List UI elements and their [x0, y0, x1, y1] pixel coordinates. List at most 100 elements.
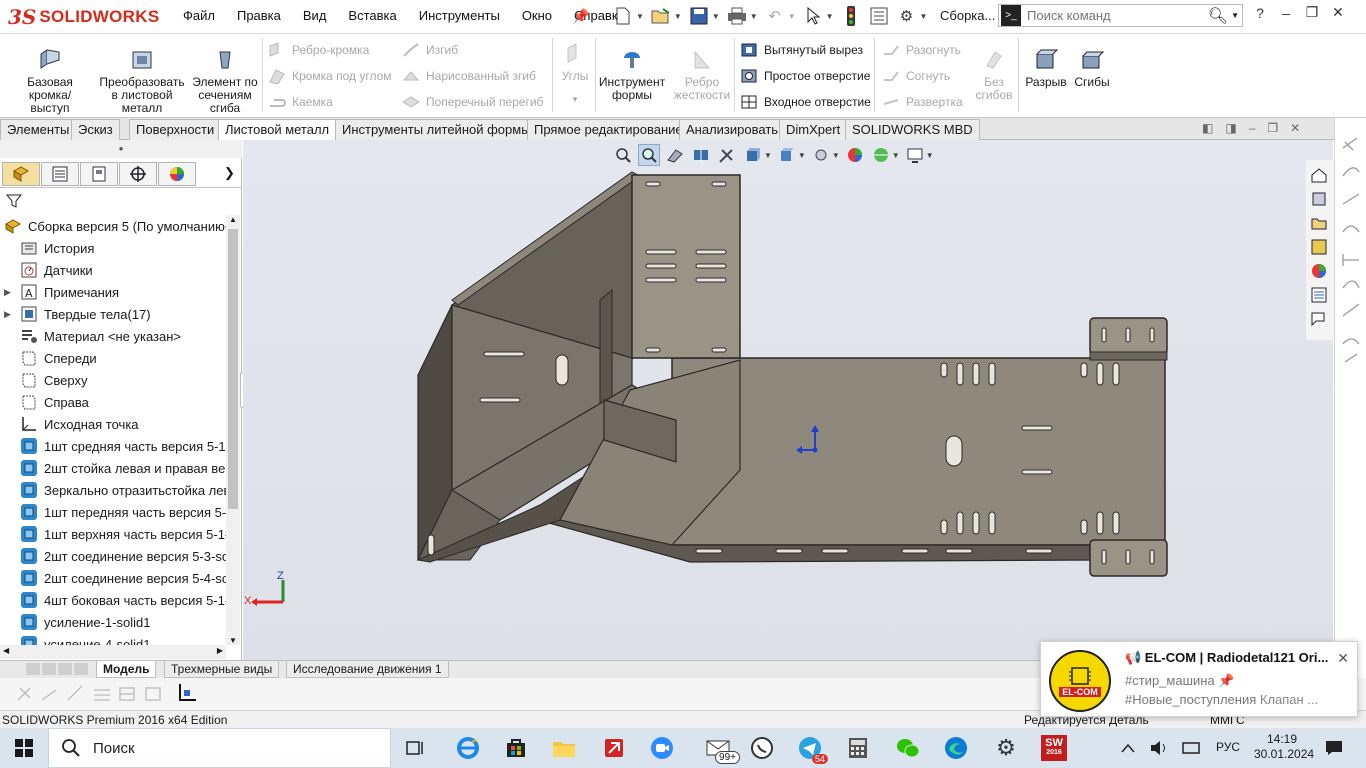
task-view-icon[interactable] [402, 734, 430, 762]
display-manager-tab[interactable] [158, 162, 196, 186]
tab-sketch[interactable]: Эскиз [71, 119, 120, 140]
tab-motion-study[interactable]: Исследование движения 1 [286, 661, 449, 678]
tree-item[interactable]: Датчики [0, 259, 93, 281]
tree-item[interactable]: 2шт соединение версия 5-4-solic [0, 567, 226, 589]
view-settings-icon[interactable] [904, 144, 926, 166]
search-icon[interactable]: 🔍︎ [1208, 6, 1228, 26]
tree-item[interactable]: Сверху [0, 369, 87, 391]
tab-surfaces[interactable]: Поверхности [129, 119, 222, 140]
tile-right-icon[interactable]: ◨ [1225, 121, 1236, 135]
configuration-manager-tab[interactable] [80, 162, 118, 186]
solidworks-resources-home-icon[interactable] [1308, 164, 1330, 186]
insert-bends-button[interactable]: Сгибы [1070, 48, 1114, 89]
input-language[interactable]: РУС [1216, 740, 1240, 754]
minimize-icon[interactable]: – [1278, 5, 1294, 21]
file-explorer-icon[interactable] [1308, 212, 1330, 234]
sketched-bend-button[interactable]: Нарисованный згиб [402, 66, 536, 86]
tree-item[interactable]: Исходная точка [0, 413, 139, 435]
clock[interactable]: 14:19 30.01.2024 [1254, 732, 1314, 762]
scroll-down-icon[interactable]: ▼ [229, 636, 237, 645]
cross-break-button[interactable]: Поперечный перегиб [402, 92, 543, 112]
panel-expand-arrow-icon[interactable]: ❯ [224, 165, 235, 181]
view-orientation-icon[interactable] [742, 144, 764, 166]
mail-icon[interactable]: 99+ [698, 734, 740, 764]
close-icon[interactable]: ✕ [1330, 4, 1346, 21]
convert-to-sheet-metal-button[interactable]: Преобразовать в листовой металл [98, 48, 186, 115]
view-settings-dropdown-icon[interactable]: ▼ [926, 151, 934, 160]
tree-item[interactable]: 4шт боковая часть версия 5-1-sc [0, 589, 226, 611]
zoom-to-fit-icon[interactable] [612, 144, 634, 166]
undo-dropdown-icon[interactable]: ▼ [788, 12, 796, 21]
new-dropdown-icon[interactable]: ▼ [636, 12, 644, 21]
undo-icon[interactable]: ↶ [764, 5, 786, 27]
dynamic-annotation-icon[interactable] [716, 144, 738, 166]
tree-item[interactable]: 2шт соединение версия 5-3-solic [0, 545, 226, 567]
tree-vertical-scrollbar[interactable]: ▲ ▼ [226, 215, 240, 645]
display-style-dropdown-icon[interactable]: ▼ [798, 151, 806, 160]
edit-appearance-icon[interactable] [844, 144, 866, 166]
sketch-tools-icon[interactable] [14, 680, 214, 708]
dimxpert-manager-tab[interactable] [119, 162, 157, 186]
file-properties-icon[interactable] [868, 5, 890, 27]
no-bends-button[interactable]: Без сгибов [974, 48, 1014, 102]
appearances-scenes-icon[interactable] [1308, 260, 1330, 282]
windows-start-icon[interactable] [10, 734, 38, 762]
next-tab-icon[interactable] [58, 663, 72, 675]
tree-horizontal-scrollbar[interactable]: ◀ ▶ [0, 645, 226, 659]
sheet-metal-model-view[interactable] [243, 140, 1333, 660]
select-dropdown-icon[interactable]: ▼ [826, 12, 834, 21]
menu-window[interactable]: Окно [511, 0, 563, 32]
microsoft-store-icon[interactable] [502, 734, 530, 762]
tree-filter[interactable] [0, 190, 242, 214]
custom-properties-icon[interactable] [1308, 284, 1330, 306]
hem-button[interactable]: Каемка [268, 92, 333, 112]
last-tab-icon[interactable] [74, 663, 88, 675]
tree-item[interactable]: Материал <не указан> [0, 325, 181, 347]
open-document-icon[interactable] [650, 5, 672, 27]
tab-model[interactable]: Модель [96, 661, 157, 678]
wechat-icon[interactable] [894, 734, 922, 762]
pin-menu-icon[interactable]: 📌 [572, 8, 589, 25]
display-style-icon[interactable] [776, 144, 798, 166]
scroll-thumb[interactable] [228, 229, 238, 509]
telegram-notification[interactable]: EL-COM 📢 EL-COM | Radiodetal121 Ori... ✕… [1040, 641, 1358, 717]
first-tab-icon[interactable] [26, 663, 40, 675]
tab-3d-views[interactable]: Трехмерные виды [164, 661, 280, 678]
tree-item[interactable]: 1шт средняя часть версия 5-1-so [0, 435, 226, 457]
menu-view[interactable]: Вид [292, 0, 338, 32]
options-dropdown-icon[interactable]: ▼ [920, 12, 928, 21]
edge-flange-button[interactable]: Ребро-кромка [268, 40, 369, 60]
options-gear-icon[interactable]: ⚙ [896, 5, 918, 27]
tree-item[interactable]: ▶ A Примечания [0, 281, 119, 303]
rip-button[interactable]: Разрыв [1024, 48, 1068, 89]
solidworks-taskbar-icon[interactable]: SW 2016 [1040, 734, 1068, 762]
doc-restore-icon[interactable]: ❐ [1267, 121, 1278, 135]
restore-icon[interactable]: ❐ [1304, 4, 1320, 21]
tree-item[interactable]: Спереди [0, 347, 97, 369]
print-dropdown-icon[interactable]: ▼ [750, 12, 758, 21]
previous-view-icon[interactable] [664, 144, 686, 166]
doc-close-icon[interactable]: ✕ [1290, 121, 1300, 135]
search-dropdown-icon[interactable]: ▼ [1231, 11, 1239, 20]
whatsapp-icon[interactable] [748, 734, 776, 762]
volume-icon[interactable] [1148, 734, 1170, 762]
view-orientation-dropdown-icon[interactable]: ▼ [764, 151, 772, 160]
corners-button[interactable]: Углы ▼ [558, 42, 592, 106]
taskbar-search[interactable]: Поиск [48, 728, 391, 768]
tab-mold-tools[interactable]: Инструменты литейной формы [335, 119, 538, 140]
print-icon[interactable] [726, 5, 748, 27]
tree-item[interactable]: 2шт стойка левая и правая верси [0, 457, 226, 479]
network-icon[interactable] [1180, 734, 1202, 762]
corners-dropdown-icon[interactable]: ▼ [571, 93, 579, 106]
panel-grip-icon[interactable]: ● [0, 140, 242, 158]
simple-hole-button[interactable]: Простое отверстие [740, 66, 870, 86]
jog-button[interactable]: Изгиб [402, 40, 458, 60]
feature-manager-tab[interactable] [2, 162, 40, 186]
rebuild-traffic-light-icon[interactable] [840, 5, 862, 27]
hide-show-dropdown-icon[interactable]: ▼ [832, 151, 840, 160]
design-library-icon[interactable] [1308, 188, 1330, 210]
tree-item[interactable]: Справа [0, 391, 89, 413]
base-flange-button[interactable]: Базовая кромка/выступ [10, 48, 90, 115]
calculator-icon[interactable] [844, 734, 872, 762]
tree-item[interactable]: История [0, 237, 94, 259]
